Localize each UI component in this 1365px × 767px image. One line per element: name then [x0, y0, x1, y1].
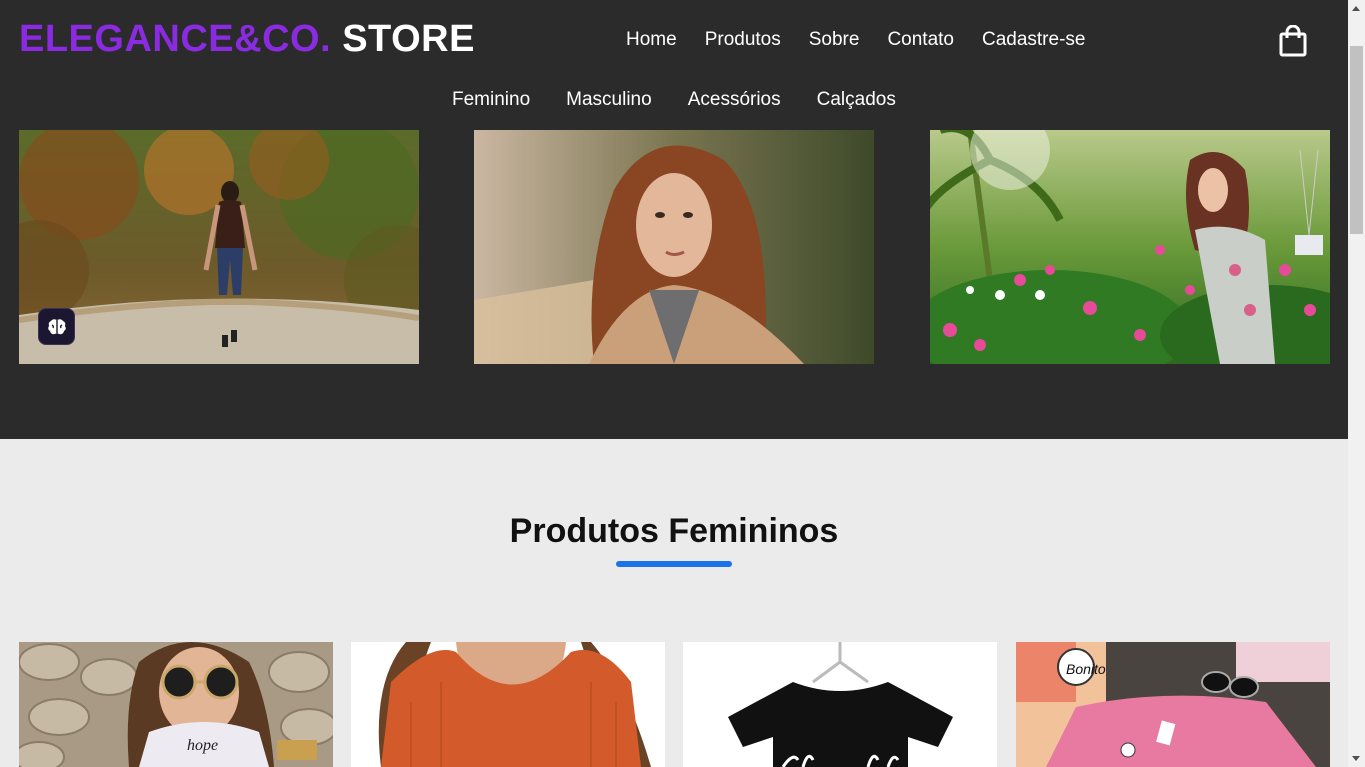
page-scrollbar[interactable] — [1348, 0, 1365, 767]
brand-logo[interactable]: ELEGANCE&CO. STORE — [19, 18, 475, 61]
product-image: hope — [19, 642, 333, 767]
brand-name: ELEGANCE&CO. — [19, 18, 332, 60]
category-calcados[interactable]: Calçados — [799, 88, 914, 112]
hero-image-portrait[interactable] — [474, 130, 874, 364]
product-card[interactable]: Bonito — [1016, 642, 1330, 767]
product-card[interactable] — [683, 642, 997, 767]
brain-icon[interactable] — [38, 308, 75, 345]
title-underline — [616, 561, 732, 567]
product-print-text: hope — [187, 737, 218, 754]
main-nav: Home Produtos Sobre Contato Cadastre-se — [612, 28, 1099, 52]
product-card[interactable]: hope — [19, 642, 333, 767]
category-nav: Feminino Masculino Acessórios Calçados — [434, 88, 914, 112]
nav-sobre[interactable]: Sobre — [795, 28, 874, 52]
site-header: ELEGANCE&CO. STORE Home Produtos Sobre C… — [0, 0, 1348, 439]
section-title: Produtos Femininos — [509, 512, 839, 550]
nav-cadastre-se[interactable]: Cadastre-se — [968, 28, 1100, 52]
category-feminino[interactable]: Feminino — [434, 88, 548, 112]
product-card[interactable] — [351, 642, 665, 767]
product-image: Bonito — [1016, 642, 1330, 767]
hero-image-garden[interactable] — [930, 130, 1330, 364]
shopping-bag-icon[interactable] — [1279, 24, 1307, 57]
nav-contato[interactable]: Contato — [873, 28, 968, 52]
category-masculino[interactable]: Masculino — [548, 88, 670, 112]
scroll-thumb[interactable] — [1350, 46, 1363, 234]
product-image — [351, 642, 665, 767]
product-print-text: Bonito — [1066, 661, 1106, 677]
category-acessorios[interactable]: Acessórios — [670, 88, 799, 112]
nav-home[interactable]: Home — [612, 28, 691, 52]
scroll-up-icon[interactable] — [1352, 6, 1360, 11]
hero-image-forest[interactable] — [19, 130, 419, 364]
product-image — [683, 642, 997, 767]
nav-produtos[interactable]: Produtos — [691, 28, 795, 52]
brand-suffix: STORE — [342, 18, 475, 60]
scroll-down-icon[interactable] — [1352, 756, 1360, 761]
